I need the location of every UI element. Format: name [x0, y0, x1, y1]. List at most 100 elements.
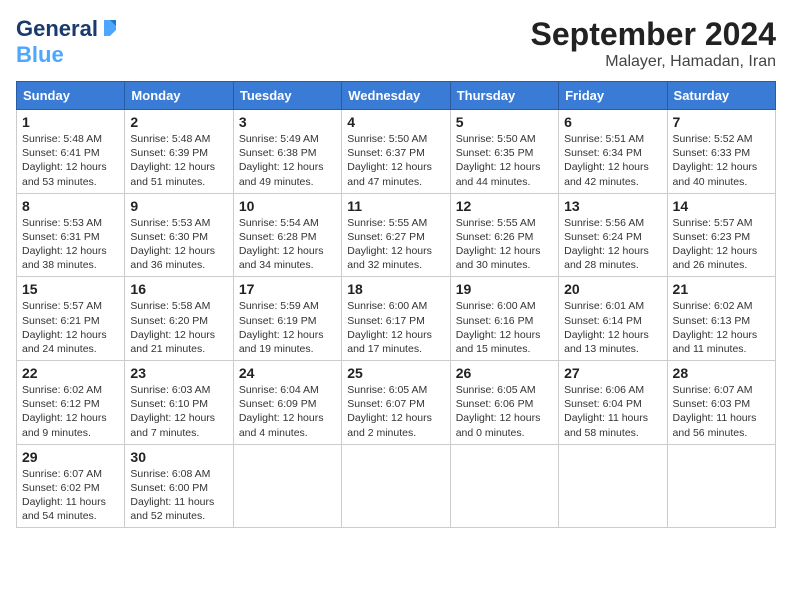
logo-blue: Blue	[16, 42, 64, 67]
calendar-cell: 18 Sunrise: 6:00 AM Sunset: 6:17 PM Dayl…	[342, 277, 450, 361]
calendar-cell: 13 Sunrise: 5:56 AM Sunset: 6:24 PM Dayl…	[559, 193, 667, 277]
calendar-cell: 17 Sunrise: 5:59 AM Sunset: 6:19 PM Dayl…	[233, 277, 341, 361]
day-number: 5	[456, 114, 553, 130]
day-number: 8	[22, 198, 119, 214]
day-detail: Sunrise: 5:58 AM Sunset: 6:20 PM Dayligh…	[130, 299, 227, 356]
week-row-2: 8 Sunrise: 5:53 AM Sunset: 6:31 PM Dayli…	[17, 193, 776, 277]
week-row-1: 1 Sunrise: 5:48 AM Sunset: 6:41 PM Dayli…	[17, 110, 776, 194]
calendar-cell: 24 Sunrise: 6:04 AM Sunset: 6:09 PM Dayl…	[233, 361, 341, 445]
header-monday: Monday	[125, 82, 233, 110]
day-detail: Sunrise: 5:51 AM Sunset: 6:34 PM Dayligh…	[564, 132, 661, 189]
calendar-cell	[342, 444, 450, 528]
location: Malayer, Hamadan, Iran	[531, 53, 776, 71]
day-number: 21	[673, 281, 770, 297]
header-wednesday: Wednesday	[342, 82, 450, 110]
calendar-cell: 12 Sunrise: 5:55 AM Sunset: 6:26 PM Dayl…	[450, 193, 558, 277]
calendar-cell: 6 Sunrise: 5:51 AM Sunset: 6:34 PM Dayli…	[559, 110, 667, 194]
week-row-4: 22 Sunrise: 6:02 AM Sunset: 6:12 PM Dayl…	[17, 361, 776, 445]
day-number: 4	[347, 114, 444, 130]
day-number: 14	[673, 198, 770, 214]
calendar-cell: 21 Sunrise: 6:02 AM Sunset: 6:13 PM Dayl…	[667, 277, 775, 361]
calendar-cell: 19 Sunrise: 6:00 AM Sunset: 6:16 PM Dayl…	[450, 277, 558, 361]
calendar-cell: 26 Sunrise: 6:05 AM Sunset: 6:06 PM Dayl…	[450, 361, 558, 445]
day-detail: Sunrise: 5:56 AM Sunset: 6:24 PM Dayligh…	[564, 216, 661, 273]
day-detail: Sunrise: 6:06 AM Sunset: 6:04 PM Dayligh…	[564, 383, 661, 440]
day-detail: Sunrise: 6:02 AM Sunset: 6:12 PM Dayligh…	[22, 383, 119, 440]
day-detail: Sunrise: 5:53 AM Sunset: 6:31 PM Dayligh…	[22, 216, 119, 273]
day-detail: Sunrise: 6:00 AM Sunset: 6:16 PM Dayligh…	[456, 299, 553, 356]
day-detail: Sunrise: 6:01 AM Sunset: 6:14 PM Dayligh…	[564, 299, 661, 356]
calendar-header-row: Sunday Monday Tuesday Wednesday Thursday…	[17, 82, 776, 110]
calendar-cell: 1 Sunrise: 5:48 AM Sunset: 6:41 PM Dayli…	[17, 110, 125, 194]
day-number: 22	[22, 365, 119, 381]
day-detail: Sunrise: 6:05 AM Sunset: 6:06 PM Dayligh…	[456, 383, 553, 440]
day-detail: Sunrise: 5:52 AM Sunset: 6:33 PM Dayligh…	[673, 132, 770, 189]
calendar-cell: 20 Sunrise: 6:01 AM Sunset: 6:14 PM Dayl…	[559, 277, 667, 361]
logo-general: General	[16, 16, 98, 42]
day-number: 9	[130, 198, 227, 214]
calendar-cell: 14 Sunrise: 5:57 AM Sunset: 6:23 PM Dayl…	[667, 193, 775, 277]
day-detail: Sunrise: 5:50 AM Sunset: 6:35 PM Dayligh…	[456, 132, 553, 189]
calendar-cell: 2 Sunrise: 5:48 AM Sunset: 6:39 PM Dayli…	[125, 110, 233, 194]
calendar-table: Sunday Monday Tuesday Wednesday Thursday…	[16, 81, 776, 528]
calendar-cell: 11 Sunrise: 5:55 AM Sunset: 6:27 PM Dayl…	[342, 193, 450, 277]
calendar-cell: 27 Sunrise: 6:06 AM Sunset: 6:04 PM Dayl…	[559, 361, 667, 445]
day-number: 30	[130, 449, 227, 465]
month-title: September 2024	[531, 16, 776, 53]
calendar-cell: 4 Sunrise: 5:50 AM Sunset: 6:37 PM Dayli…	[342, 110, 450, 194]
calendar-cell: 15 Sunrise: 5:57 AM Sunset: 6:21 PM Dayl…	[17, 277, 125, 361]
week-row-5: 29 Sunrise: 6:07 AM Sunset: 6:02 PM Dayl…	[17, 444, 776, 528]
day-number: 29	[22, 449, 119, 465]
calendar-cell: 28 Sunrise: 6:07 AM Sunset: 6:03 PM Dayl…	[667, 361, 775, 445]
calendar-cell: 8 Sunrise: 5:53 AM Sunset: 6:31 PM Dayli…	[17, 193, 125, 277]
day-number: 25	[347, 365, 444, 381]
day-detail: Sunrise: 5:55 AM Sunset: 6:27 PM Dayligh…	[347, 216, 444, 273]
calendar-cell: 5 Sunrise: 5:50 AM Sunset: 6:35 PM Dayli…	[450, 110, 558, 194]
day-number: 18	[347, 281, 444, 297]
header-sunday: Sunday	[17, 82, 125, 110]
day-number: 19	[456, 281, 553, 297]
day-detail: Sunrise: 5:57 AM Sunset: 6:23 PM Dayligh…	[673, 216, 770, 273]
calendar-cell	[450, 444, 558, 528]
logo: General Blue	[16, 16, 120, 68]
day-number: 11	[347, 198, 444, 214]
day-number: 17	[239, 281, 336, 297]
calendar-cell: 23 Sunrise: 6:03 AM Sunset: 6:10 PM Dayl…	[125, 361, 233, 445]
day-detail: Sunrise: 6:03 AM Sunset: 6:10 PM Dayligh…	[130, 383, 227, 440]
day-detail: Sunrise: 5:50 AM Sunset: 6:37 PM Dayligh…	[347, 132, 444, 189]
day-detail: Sunrise: 5:48 AM Sunset: 6:39 PM Dayligh…	[130, 132, 227, 189]
day-number: 20	[564, 281, 661, 297]
calendar-cell: 9 Sunrise: 5:53 AM Sunset: 6:30 PM Dayli…	[125, 193, 233, 277]
day-number: 24	[239, 365, 336, 381]
day-detail: Sunrise: 6:07 AM Sunset: 6:03 PM Dayligh…	[673, 383, 770, 440]
calendar-cell	[233, 444, 341, 528]
day-number: 16	[130, 281, 227, 297]
day-number: 6	[564, 114, 661, 130]
header-tuesday: Tuesday	[233, 82, 341, 110]
calendar-cell: 30 Sunrise: 6:08 AM Sunset: 6:00 PM Dayl…	[125, 444, 233, 528]
day-detail: Sunrise: 5:57 AM Sunset: 6:21 PM Dayligh…	[22, 299, 119, 356]
day-detail: Sunrise: 5:54 AM Sunset: 6:28 PM Dayligh…	[239, 216, 336, 273]
day-number: 10	[239, 198, 336, 214]
day-detail: Sunrise: 5:49 AM Sunset: 6:38 PM Dayligh…	[239, 132, 336, 189]
calendar-cell: 22 Sunrise: 6:02 AM Sunset: 6:12 PM Dayl…	[17, 361, 125, 445]
calendar-cell: 10 Sunrise: 5:54 AM Sunset: 6:28 PM Dayl…	[233, 193, 341, 277]
day-detail: Sunrise: 5:48 AM Sunset: 6:41 PM Dayligh…	[22, 132, 119, 189]
calendar-cell: 3 Sunrise: 5:49 AM Sunset: 6:38 PM Dayli…	[233, 110, 341, 194]
day-number: 2	[130, 114, 227, 130]
calendar-cell: 25 Sunrise: 6:05 AM Sunset: 6:07 PM Dayl…	[342, 361, 450, 445]
calendar-cell: 16 Sunrise: 5:58 AM Sunset: 6:20 PM Dayl…	[125, 277, 233, 361]
day-number: 1	[22, 114, 119, 130]
header-saturday: Saturday	[667, 82, 775, 110]
week-row-3: 15 Sunrise: 5:57 AM Sunset: 6:21 PM Dayl…	[17, 277, 776, 361]
calendar-cell: 7 Sunrise: 5:52 AM Sunset: 6:33 PM Dayli…	[667, 110, 775, 194]
logo-icon	[100, 18, 120, 38]
day-number: 23	[130, 365, 227, 381]
day-detail: Sunrise: 6:04 AM Sunset: 6:09 PM Dayligh…	[239, 383, 336, 440]
day-detail: Sunrise: 6:02 AM Sunset: 6:13 PM Dayligh…	[673, 299, 770, 356]
day-detail: Sunrise: 6:00 AM Sunset: 6:17 PM Dayligh…	[347, 299, 444, 356]
day-detail: Sunrise: 5:55 AM Sunset: 6:26 PM Dayligh…	[456, 216, 553, 273]
header-thursday: Thursday	[450, 82, 558, 110]
calendar-cell	[559, 444, 667, 528]
header-friday: Friday	[559, 82, 667, 110]
